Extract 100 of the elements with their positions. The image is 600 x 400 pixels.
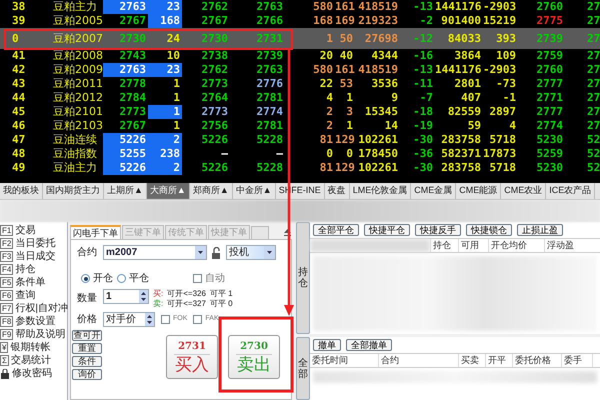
table-cell-text: -2903: [483, 0, 518, 14]
menu-item[interactable]: 当日委托: [15, 236, 56, 251]
exchange-tab[interactable]: CME能源: [456, 183, 502, 199]
contract-name[interactable]: 豆油主力: [45, 161, 103, 175]
contract-name[interactable]: 豆粕2011: [45, 77, 103, 91]
menu-item[interactable]: 帮助及说明: [15, 327, 66, 342]
contract-name[interactable]: 豆粕主力: [45, 0, 103, 14]
exchange-tab[interactable]: 我的板块: [0, 183, 43, 199]
menu-item[interactable]: 持仓: [15, 262, 36, 277]
small-button[interactable]: 重置: [72, 343, 102, 354]
available-close: 可平 1: [210, 289, 233, 299]
table-cell-text: 2759: [536, 49, 564, 63]
contract-name[interactable]: 豆油指数: [45, 147, 103, 161]
contract-name[interactable]: 豆粕2103: [45, 119, 103, 133]
selected-row[interactable]: 0 豆粕2007 2730 24 2730 2731 1 50 27698 -12 84033 393 2739 27: [0, 28, 600, 49]
table-cell-text: 5718: [488, 133, 517, 147]
table-cell-text: 17873: [483, 147, 518, 161]
table-cell-text: 5228: [256, 133, 284, 147]
table-cell-text: 5230: [536, 161, 564, 175]
small-button[interactable]: 询价: [72, 369, 102, 380]
spinner-icon[interactable]: [139, 290, 148, 303]
exchange-tab[interactable]: CME农业: [501, 183, 546, 199]
side-tab[interactable]: 全部: [296, 337, 310, 400]
exchange-tab[interactable]: 夜盘: [324, 183, 350, 199]
checkbox[interactable]: 自动: [193, 271, 225, 286]
table-cell: 2: [148, 133, 182, 147]
buy-button[interactable]: 2731 买入: [166, 335, 218, 379]
table-cell-text: 1441176: [435, 0, 482, 14]
table-cell-text: 81: [318, 133, 334, 147]
menu-item[interactable]: 行权|自对冲: [15, 301, 68, 316]
table-cell: 129: [335, 133, 355, 147]
table-cell-text: 4: [325, 91, 334, 105]
table-cell-text: 22: [318, 77, 334, 91]
table-cell-text: 27: [586, 14, 600, 28]
exchange-tab[interactable]: LME伦敦金属: [350, 183, 412, 199]
table-cell-text: -13: [412, 0, 434, 14]
toolbar-button[interactable]: 全部平仓: [313, 224, 359, 236]
radio-button[interactable]: 平仓: [117, 271, 149, 286]
exchange-tab[interactable]: 中金所▲: [232, 183, 276, 199]
table-cell-text: 5226: [200, 161, 229, 175]
menu-item[interactable]: 参数设置: [15, 314, 56, 329]
toolbar-button[interactable]: 快捷平仓: [364, 224, 410, 236]
table-cell-text: 52: [586, 133, 600, 147]
toolbar-button[interactable]: 全部撤单: [346, 339, 392, 351]
exchange-tab[interactable]: ICE农产品: [546, 183, 596, 199]
side-tab[interactable]: 持仓: [296, 222, 310, 334]
eject-icon[interactable]: [283, 228, 292, 237]
table-cell-text: 2781: [256, 91, 284, 105]
exchange-tab[interactable]: CME金属: [411, 183, 456, 199]
table-cell-text: 52: [586, 161, 600, 175]
table-cell-text: 418519: [357, 0, 399, 14]
menu-item[interactable]: 修改密码: [12, 366, 52, 381]
table-cell-text: 3864: [454, 49, 482, 63]
quantity-field[interactable]: 1: [103, 289, 149, 304]
table-cell-text: -18: [412, 105, 434, 119]
contract-name[interactable]: 豆粕2012: [45, 91, 103, 105]
table-cell-text: 2739: [536, 32, 564, 46]
toolbar-button[interactable]: 止损止盈: [517, 224, 563, 236]
toolbar-button[interactable]: 快捷锁仓: [466, 224, 512, 236]
menu-item[interactable]: 交易统计: [10, 353, 51, 368]
menu-item[interactable]: 当日成交: [15, 249, 56, 264]
radio-button[interactable]: 开仓: [81, 271, 113, 286]
order-tab[interactable]: 闪电手下单: [70, 225, 121, 239]
contract-name[interactable]: 豆粕2007: [45, 32, 103, 46]
spinner-icon[interactable]: [145, 313, 154, 326]
menu-item[interactable]: 条件单: [15, 275, 46, 290]
table-cell-text: -1: [502, 91, 517, 105]
contract-name[interactable]: 豆粕2008: [45, 49, 103, 63]
table-cell-text: 2767: [200, 14, 229, 28]
menu-item[interactable]: 银期转帐: [10, 340, 50, 355]
contract-name[interactable]: 豆粕2005: [45, 14, 103, 28]
exchange-tab[interactable]: 大商所▲: [146, 183, 190, 199]
exchange-tab[interactable]: 国内期货主力: [43, 183, 104, 199]
contract-dropdown[interactable]: m2007: [103, 245, 207, 260]
menu-item[interactable]: 查询: [15, 288, 36, 303]
price-type-field[interactable]: 对手价: [103, 312, 155, 327]
column-header: 开平: [486, 354, 513, 367]
table-cell-text: 580: [312, 63, 334, 77]
contract-name[interactable]: 豆油连续: [45, 133, 103, 147]
hedge-dropdown[interactable]: 投机: [226, 245, 276, 260]
table-cell: 2: [148, 161, 182, 175]
exchange-tab[interactable]: 郑商所▲: [190, 183, 233, 199]
menu-item[interactable]: 交易: [15, 223, 36, 238]
contract-name[interactable]: 豆粕2101: [45, 105, 103, 119]
table-cell-text: 40: [338, 49, 354, 63]
toolbar-button[interactable]: 撤单: [313, 339, 341, 351]
small-button[interactable]: 查可开: [72, 330, 102, 341]
available-open: 可开<=327: [167, 299, 206, 309]
table-cell-text: 2739: [256, 49, 284, 63]
toolbar-button[interactable]: 快捷反手: [415, 224, 461, 236]
contract-name[interactable]: 豆粕2009: [45, 63, 103, 77]
table-cell-text: 168: [312, 14, 334, 28]
column-header: 可用: [458, 239, 488, 252]
table-cell-text: 2778: [118, 77, 147, 91]
table-cell: 5255: [103, 147, 148, 161]
unlock-icon[interactable]: [211, 246, 222, 258]
table-cell-text: 3: [345, 105, 354, 119]
small-button[interactable]: 条件: [72, 356, 102, 367]
table-cell: 2763: [103, 63, 148, 77]
table-cell-text: 2760: [536, 63, 564, 77]
